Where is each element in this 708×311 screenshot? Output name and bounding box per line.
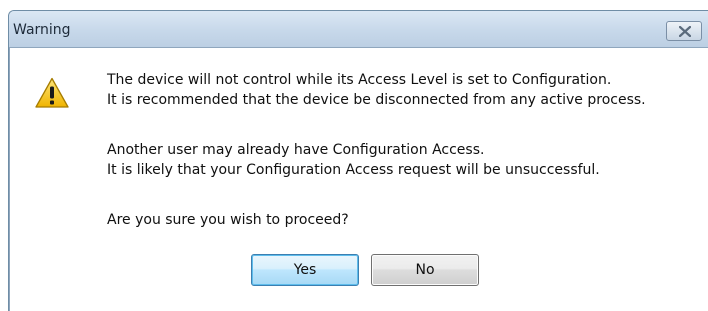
yes-button[interactable]: Yes — [251, 254, 359, 286]
title-bar[interactable]: Warning — [9, 11, 708, 47]
warning-triangle-icon — [35, 77, 69, 108]
message-line-2: It is recommended that the device be dis… — [107, 92, 646, 108]
dialog-title: Warning — [13, 22, 71, 38]
warning-dialog: Warning The device will not control whil… — [8, 10, 708, 311]
close-icon — [679, 26, 691, 37]
no-button[interactable]: No — [371, 254, 479, 286]
dialog-body: The device will not control while its Ac… — [9, 47, 708, 311]
message-line-1: The device will not control while its Ac… — [107, 72, 612, 88]
confirmation-question: Are you sure you wish to proceed? — [107, 212, 349, 228]
close-button[interactable] — [666, 21, 702, 41]
message-line-3: Another user may already have Configurat… — [107, 142, 485, 158]
message-line-4: It is likely that your Configuration Acc… — [107, 162, 600, 178]
